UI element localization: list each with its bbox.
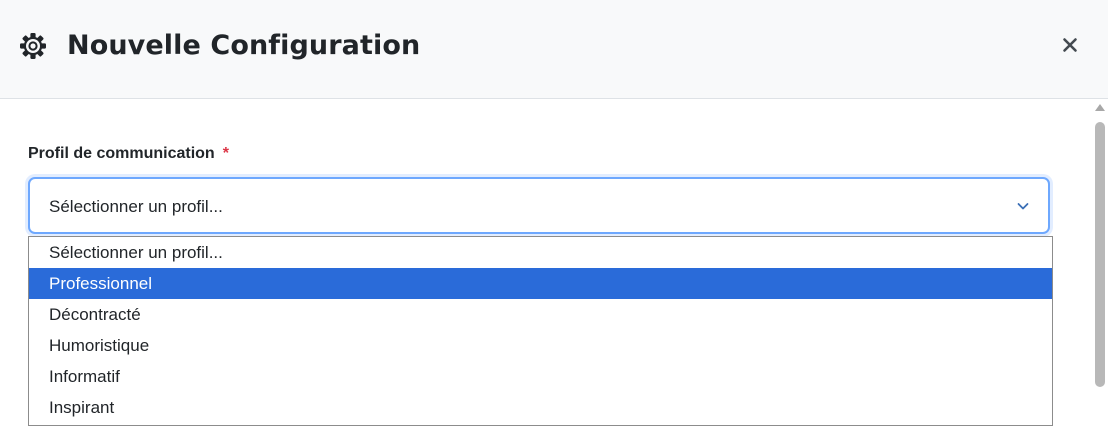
- scrollbar-thumb[interactable]: [1095, 122, 1105, 387]
- option-decontracte[interactable]: Décontracté: [29, 299, 1052, 330]
- modal-body: Profil de communication * Sélectionner un…: [0, 100, 1092, 443]
- option-humoristique[interactable]: Humoristique: [29, 330, 1052, 361]
- modal-title: Nouvelle Configuration: [67, 30, 421, 61]
- required-asterisk: *: [222, 145, 229, 162]
- profile-dropdown-list: Sélectionner un profil... Professionnel …: [28, 236, 1053, 426]
- vertical-scrollbar[interactable]: [1092, 100, 1108, 443]
- close-button[interactable]: [1056, 33, 1084, 61]
- close-icon: [1062, 37, 1078, 58]
- option-informatif[interactable]: Informatif: [29, 361, 1052, 392]
- chevron-down-icon: [1015, 198, 1031, 214]
- option-professionnel[interactable]: Professionnel: [29, 268, 1052, 299]
- configuration-modal: Nouvelle Configuration Profil de communi…: [0, 0, 1108, 443]
- modal-header: Nouvelle Configuration: [0, 0, 1108, 99]
- option-placeholder[interactable]: Sélectionner un profil...: [29, 237, 1052, 268]
- option-inspirant[interactable]: Inspirant: [29, 392, 1052, 423]
- profile-field-label: Profil de communication *: [28, 144, 229, 164]
- scroll-up-arrow-icon[interactable]: [1095, 104, 1105, 111]
- profile-label-text: Profil de communication: [28, 145, 215, 162]
- gear-icon: [18, 31, 48, 61]
- profile-select[interactable]: Sélectionner un profil...: [28, 177, 1050, 234]
- profile-select-value: Sélectionner un profil...: [49, 197, 223, 216]
